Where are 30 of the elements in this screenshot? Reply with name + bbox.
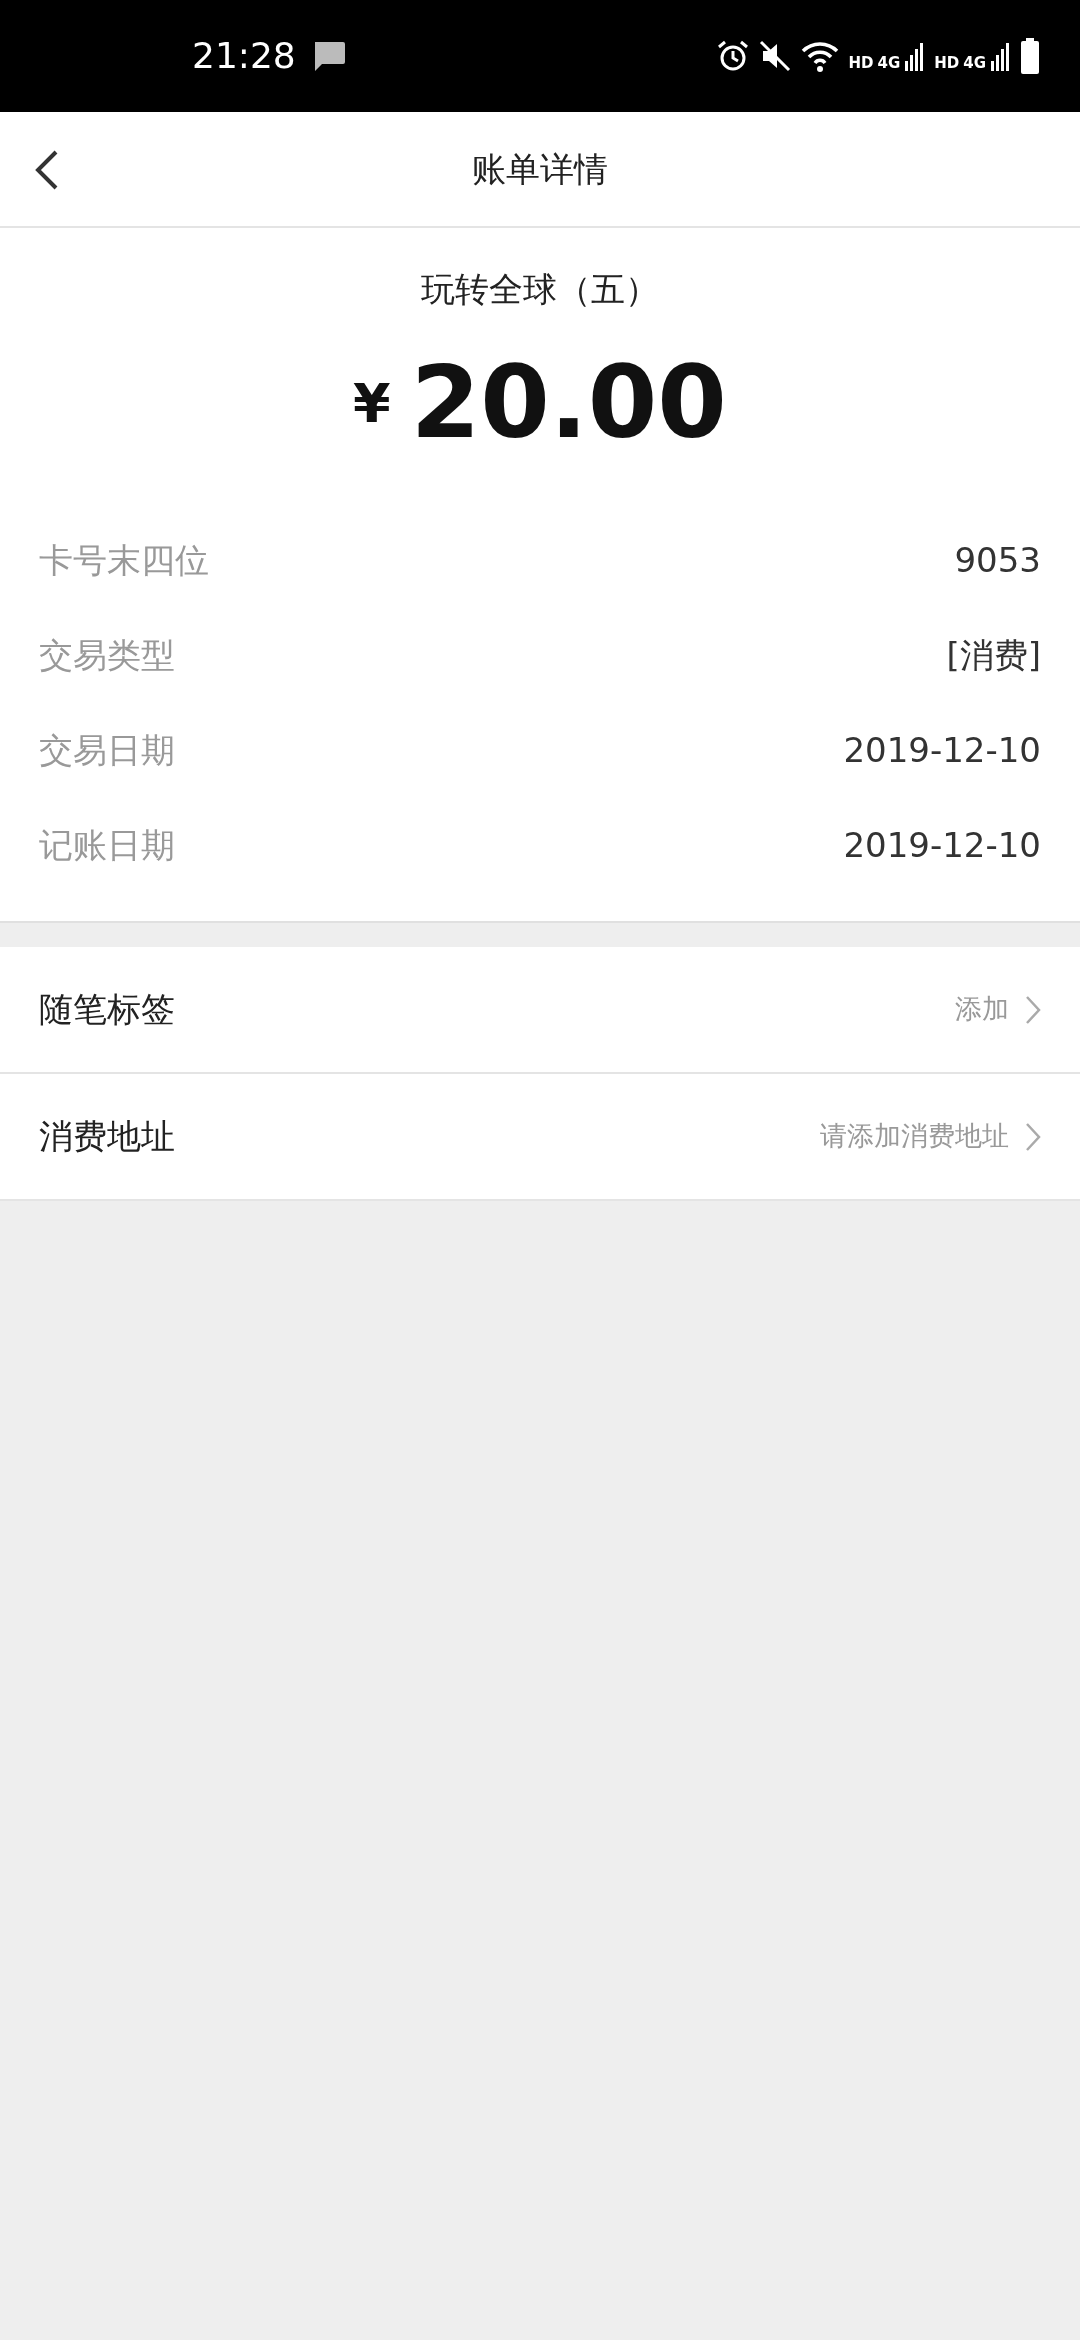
network-label: 4G [877,56,901,71]
detail-value: 2019-12-10 [843,729,1041,772]
wifi-icon [800,39,841,73]
network-label: HD [848,56,874,71]
detail-label: 卡号末四位 [39,539,209,582]
battery-icon [1020,38,1040,74]
currency-symbol: ¥ [353,370,391,437]
item-hint: 请添加消费地址 [820,1119,1009,1154]
network-label: HD [934,56,960,71]
detail-label: 交易类型 [39,634,175,677]
detail-value: 2019-12-10 [843,824,1041,867]
chevron-icon [1025,1121,1041,1152]
item-hint: 添加 [955,992,1009,1027]
signal-icon [990,41,1012,71]
item-label: 消费地址 [39,1115,175,1158]
merchant-name: 玩转全球（五） [420,268,660,311]
alarm-icon [716,39,751,73]
mute-icon [758,39,793,73]
detail-label: 记账日期 [39,824,175,867]
status-time: 21:28 [192,34,296,78]
list-item[interactable]: 消费地址 请添加消费地址 [0,1074,1080,1201]
list-item[interactable]: 随笔标签 添加 [0,947,1080,1074]
item-label: 随笔标签 [39,988,175,1031]
detail-value: 9053 [954,539,1041,582]
network-label: 4G [963,56,986,71]
detail-label: 交易日期 [39,729,175,772]
chevron-icon [1025,994,1041,1025]
page-title: 账单详情 [472,147,608,191]
amount: 20.00 [410,353,727,453]
detail-value: [消费] [946,634,1041,677]
